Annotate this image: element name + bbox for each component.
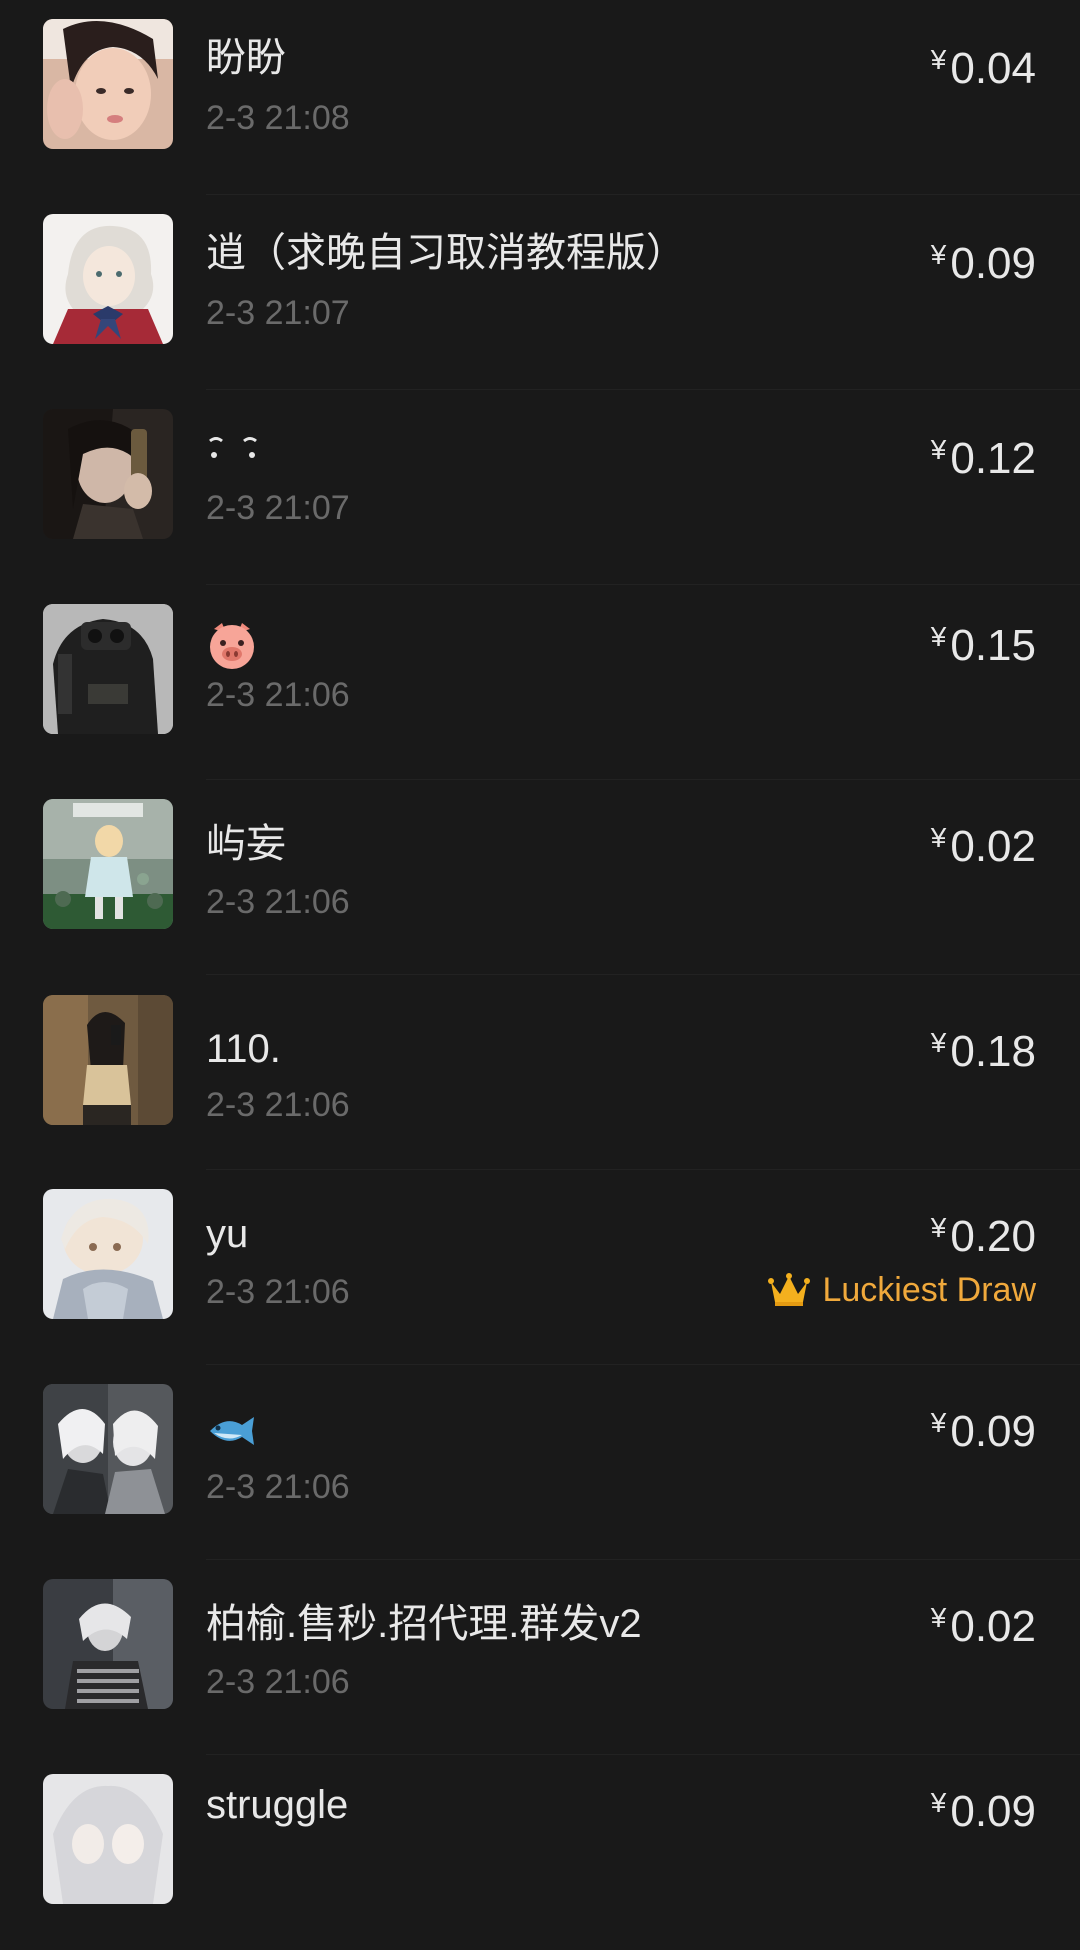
name: 柏榆.售秒.招代理.群发v2: [206, 1602, 642, 1646]
timestamp: 2-3 21:08: [206, 99, 350, 137]
avatar[interactable]: [43, 1579, 173, 1709]
name: 盼盼: [206, 36, 286, 80]
list-item[interactable]: 柏榆.售秒.招代理.群发v2 2-3 21:06 ¥0.02: [0, 1560, 1080, 1755]
timestamp: 2-3 21:07: [206, 294, 350, 332]
avatar[interactable]: [43, 1384, 173, 1514]
timestamp: 2-3 21:06: [206, 1468, 350, 1506]
name: struggle: [206, 1783, 349, 1827]
timestamp: 2-3 21:07: [206, 489, 350, 527]
name: yu: [206, 1212, 249, 1256]
amount-value: 0.18: [950, 1027, 1036, 1076]
avatar[interactable]: [43, 799, 173, 929]
list-item[interactable]: 屿妄 2-3 21:06 ¥0.02: [0, 780, 1080, 975]
currency-symbol: ¥: [930, 1787, 947, 1818]
currency-symbol: ¥: [930, 822, 947, 853]
list-item[interactable]: struggle ¥0.09: [0, 1755, 1080, 1950]
timestamp: 2-3 21:06: [206, 1273, 350, 1311]
name: 110.: [206, 1027, 281, 1071]
timestamp: 2-3 21:06: [206, 1663, 350, 1701]
amount: ¥0.20: [931, 1202, 1036, 1263]
amount: ¥0.09: [931, 1777, 1036, 1838]
amount-value: 0.09: [950, 1787, 1036, 1836]
luckiest-draw-badge: Luckiest Draw: [768, 1270, 1036, 1310]
amount-value: 0.20: [950, 1212, 1036, 1261]
name: 逍（求晚自习取消教程版）: [206, 231, 686, 275]
amount: ¥0.15: [931, 611, 1036, 672]
timestamp: 2-3 21:06: [206, 1086, 350, 1124]
timestamp: 2-3 21:06: [206, 883, 350, 921]
list-item[interactable]: 2-3 21:06 ¥0.15: [0, 585, 1080, 780]
currency-symbol: ¥: [930, 1027, 947, 1058]
amount-value: 0.04: [950, 44, 1036, 93]
crown-icon: [768, 1273, 811, 1306]
list-item[interactable]: 逍（求晚自习取消教程版） 2-3 21:07 ¥0.09: [0, 195, 1080, 390]
name: [206, 619, 258, 671]
currency-symbol: ¥: [930, 434, 947, 465]
amount: ¥0.02: [931, 812, 1036, 873]
avatar[interactable]: [43, 604, 173, 734]
amount-value: 0.02: [950, 1602, 1036, 1651]
list-item[interactable]: 2-3 21:06 ¥0.09: [0, 1365, 1080, 1560]
avatar[interactable]: [43, 409, 173, 539]
fish-icon: [210, 1417, 254, 1446]
currency-symbol: ¥: [930, 239, 947, 270]
amount-value: 0.02: [950, 822, 1036, 871]
amount: ¥0.09: [931, 1397, 1036, 1458]
avatar[interactable]: [43, 995, 173, 1125]
list-item[interactable]: yu 2-3 21:06 ¥0.20 Luckiest Draw: [0, 1170, 1080, 1365]
currency-symbol: ¥: [930, 621, 947, 652]
amount-value: 0.12: [950, 434, 1036, 483]
avatar[interactable]: [43, 1189, 173, 1319]
name: [206, 1405, 256, 1453]
name: [206, 424, 262, 472]
currency-symbol: ¥: [930, 1212, 947, 1243]
amount-value: 0.15: [950, 621, 1036, 670]
currency-symbol: ¥: [930, 1602, 947, 1633]
avatar[interactable]: [43, 19, 173, 149]
amount-value: 0.09: [950, 1407, 1036, 1456]
dots-emoticon-icon: [209, 437, 257, 459]
amount: ¥0.04: [931, 34, 1036, 95]
list-item[interactable]: 2-3 21:07 ¥0.12: [0, 390, 1080, 585]
pig-face-icon: [210, 623, 254, 670]
avatar[interactable]: [43, 1774, 173, 1904]
amount: ¥0.18: [931, 1017, 1036, 1078]
amount: ¥0.12: [931, 424, 1036, 485]
name: 屿妄: [206, 822, 286, 866]
currency-symbol: ¥: [930, 44, 947, 75]
amount: ¥0.02: [931, 1592, 1036, 1653]
list-item[interactable]: 盼盼 2-3 21:08 ¥0.04: [0, 0, 1080, 195]
avatar[interactable]: [43, 214, 173, 344]
timestamp: 2-3 21:06: [206, 676, 350, 714]
luckiest-draw-label: Luckiest Draw: [822, 1271, 1036, 1309]
amount-value: 0.09: [950, 239, 1036, 288]
amount: ¥0.09: [931, 229, 1036, 290]
list-item[interactable]: 110. 2-3 21:06 ¥0.18: [0, 975, 1080, 1170]
currency-symbol: ¥: [930, 1407, 947, 1438]
